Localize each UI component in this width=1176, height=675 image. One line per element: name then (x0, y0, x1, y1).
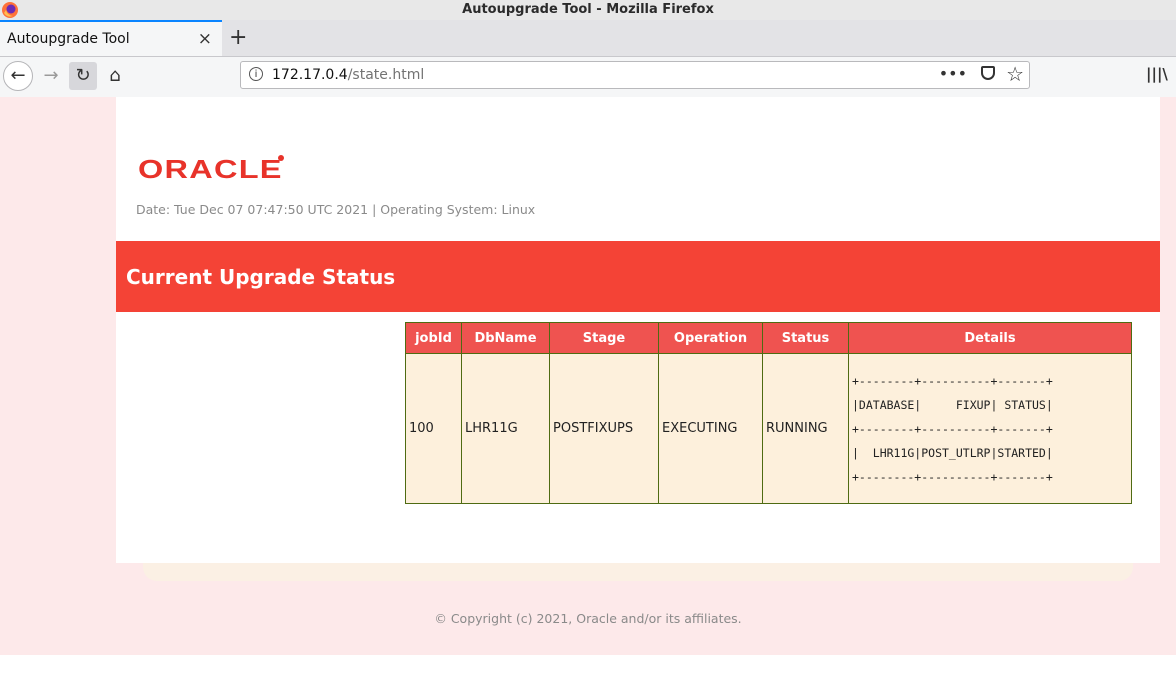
pocket-icon[interactable] (981, 66, 995, 80)
navigation-toolbar: ← → ↻ ⌂ i 172.17.0.4/state.html ••• ☆ ||… (0, 57, 1176, 98)
details-line: | LHR11G|POST_UTLRP|STARTED| (852, 445, 1053, 460)
details-line: +--------+----------+-------+ (852, 373, 1053, 388)
oracle-logo-mark (278, 155, 284, 161)
forward-button[interactable]: → (36, 61, 66, 91)
home-icon: ⌂ (109, 65, 121, 86)
page-viewport: ORACLE Date: Tue Dec 07 07:47:50 UTC 202… (0, 97, 1176, 655)
window-title: Autoupgrade Tool - Mozilla Firefox (462, 2, 714, 17)
cell-details: +--------+----------+-------+ |DATABASE|… (848, 353, 1132, 504)
content-panel: ORACLE Date: Tue Dec 07 07:47:50 UTC 202… (116, 97, 1160, 563)
cell-status: RUNNING (762, 353, 849, 504)
date-os-info: Date: Tue Dec 07 07:47:50 UTC 2021 | Ope… (136, 202, 536, 217)
cell-stage: POSTFIXUPS (549, 353, 659, 504)
details-line: |DATABASE| FIXUP| STATUS| (852, 397, 1053, 412)
column-header-jobid: jobId (405, 322, 462, 354)
reload-button[interactable]: ↻ (69, 62, 97, 90)
details-line: +--------+----------+-------+ (852, 469, 1053, 484)
forward-arrow-icon: → (43, 65, 59, 86)
cell-dbname: LHR11G (461, 353, 550, 504)
cell-operation: EXECUTING (658, 353, 763, 504)
back-button[interactable]: ← (3, 61, 33, 91)
tab-autoupgrade[interactable]: Autoupgrade Tool × (0, 20, 222, 56)
footer-bar (143, 563, 1133, 581)
home-button[interactable]: ⌂ (100, 61, 130, 91)
page-actions-icon[interactable]: ••• (939, 64, 967, 83)
url-text[interactable]: 172.17.0.4/state.html (272, 67, 424, 83)
table-header-row: jobId DbName Stage Operation Status Deta… (405, 322, 1132, 354)
details-line: +--------+----------+-------+ (852, 421, 1053, 436)
column-header-stage: Stage (549, 322, 659, 354)
page-title: Current Upgrade Status (126, 265, 396, 289)
column-header-operation: Operation (658, 322, 763, 354)
url-bar[interactable]: i 172.17.0.4/state.html ••• ☆ (240, 61, 1030, 89)
tab-title: Autoupgrade Tool (7, 31, 130, 47)
library-icon[interactable]: |||\ (1146, 65, 1168, 83)
bookmark-star-icon[interactable]: ☆ (1006, 63, 1024, 85)
back-arrow-icon: ← (10, 65, 26, 86)
status-banner: Current Upgrade Status (116, 241, 1160, 312)
column-header-details: Details (848, 322, 1132, 354)
tab-bar: Autoupgrade Tool × (0, 20, 1176, 57)
url-host: 172.17.0.4 (272, 67, 348, 83)
column-header-status: Status (762, 322, 849, 354)
upgrade-status-table: jobId DbName Stage Operation Status Deta… (405, 322, 1132, 504)
new-tab-icon[interactable]: + (229, 26, 247, 50)
site-info-icon[interactable]: i (249, 67, 263, 81)
cell-jobid: 100 (405, 353, 462, 504)
close-tab-icon[interactable]: × (198, 29, 212, 49)
column-header-dbname: DbName (461, 322, 550, 354)
oracle-logo: ORACLE (138, 154, 283, 184)
copyright-text: © Copyright (c) 2021, Oracle and/or its … (434, 611, 742, 626)
reload-icon: ↻ (75, 65, 91, 86)
window-titlebar: Autoupgrade Tool - Mozilla Firefox (0, 0, 1176, 20)
table-row: 100 LHR11G POSTFIXUPS EXECUTING RUNNING … (405, 353, 1132, 504)
url-path: /state.html (347, 67, 425, 83)
